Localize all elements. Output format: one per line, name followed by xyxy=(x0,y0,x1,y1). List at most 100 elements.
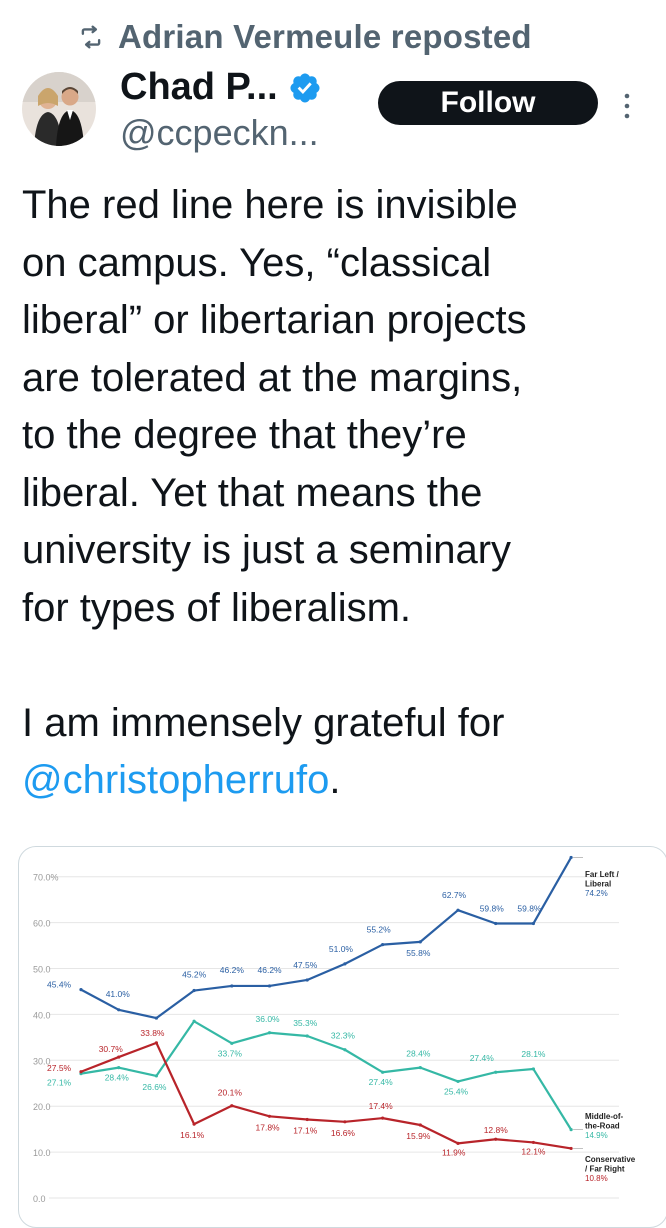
post-paragraph-2: I am immensely grateful for @christopher… xyxy=(22,695,652,810)
follow-button[interactable]: Follow xyxy=(378,81,598,125)
data-label: 46.2% xyxy=(220,965,245,975)
data-point xyxy=(531,921,536,926)
data-point xyxy=(418,940,422,944)
legend-label: Liberal xyxy=(585,880,611,889)
data-label: 17.1% xyxy=(293,1126,318,1136)
y-tick-label: 50.0 xyxy=(33,965,51,975)
repost-label: Adrian Vermeule reposted xyxy=(118,18,532,55)
data-label: 33.7% xyxy=(218,1048,243,1058)
data-point xyxy=(456,908,460,912)
data-point xyxy=(79,988,83,992)
data-point xyxy=(230,1104,234,1108)
data-label: 55.2% xyxy=(367,925,392,935)
post-line: to the degree that they’re xyxy=(22,413,467,457)
data-point xyxy=(230,984,234,988)
data-label: 36.0% xyxy=(256,1014,281,1024)
data-label: 33.8% xyxy=(140,1028,165,1038)
data-point xyxy=(569,855,573,860)
data-label: 59.8% xyxy=(480,904,505,914)
data-point xyxy=(494,1070,498,1074)
data-point xyxy=(305,1034,309,1038)
data-point xyxy=(79,1070,83,1074)
data-label: 45.4% xyxy=(47,980,72,990)
data-point xyxy=(192,988,196,993)
post-text: The red line here is invisible on campus… xyxy=(22,177,652,810)
more-options-icon[interactable] xyxy=(620,88,634,124)
post-line: liberal” or libertarian projects xyxy=(22,298,527,342)
data-label: 59.8% xyxy=(517,904,542,914)
author-name[interactable]: Chad P... xyxy=(120,66,278,109)
post-line: university is just a seminary xyxy=(22,528,512,572)
legend-label: 14.9% xyxy=(585,1131,608,1140)
data-label: 47.5% xyxy=(293,960,318,970)
chart-image[interactable]: 0.0 10.0 20.0 30.0 40.0 50.0 60.0 70.0% 45.4% 41.… xyxy=(18,846,666,1228)
data-label: 20.1% xyxy=(218,1088,243,1098)
data-point xyxy=(192,1122,196,1126)
data-label: 41.0% xyxy=(106,989,131,999)
data-point xyxy=(192,1019,196,1023)
data-label: 51.0% xyxy=(329,944,354,954)
data-point xyxy=(381,943,385,947)
data-point xyxy=(230,1041,234,1045)
data-label: 16.1% xyxy=(180,1130,205,1140)
post-paragraph-1: The red line here is invisible on campus… xyxy=(22,177,652,637)
data-label: 27.4% xyxy=(369,1077,394,1087)
data-label: 55.8% xyxy=(406,948,431,958)
legend-label: Far Left / xyxy=(585,870,620,879)
data-point xyxy=(569,1146,573,1151)
post-line: The red line here is invisible xyxy=(22,183,518,227)
data-point xyxy=(267,1114,272,1118)
data-point xyxy=(418,1123,422,1127)
data-point xyxy=(267,984,272,988)
y-tick-label: 70.0% xyxy=(33,873,59,883)
post-line: on campus. Yes, “classical xyxy=(22,240,492,285)
data-label: 62.7% xyxy=(442,890,467,900)
data-label: 35.3% xyxy=(293,1018,318,1028)
avatar[interactable] xyxy=(22,72,96,146)
y-tick-label: 20.0 xyxy=(33,1102,51,1112)
data-point xyxy=(494,1137,498,1141)
legend-label: Conservative xyxy=(585,1155,636,1164)
data-label: 32.3% xyxy=(331,1031,356,1041)
data-label: 27.1% xyxy=(47,1078,72,1088)
data-label: 12.8% xyxy=(484,1125,509,1135)
data-label: 28.4% xyxy=(105,1073,130,1083)
legend-label: 10.8% xyxy=(585,1174,608,1183)
legend-label: 74.2% xyxy=(585,889,608,898)
data-point xyxy=(305,1117,309,1122)
author-handle[interactable]: @ccpeckn... xyxy=(120,112,319,154)
data-label: 26.6% xyxy=(142,1082,167,1092)
data-point xyxy=(531,1067,536,1071)
y-tick-label: 40.0 xyxy=(33,1010,51,1020)
data-point xyxy=(418,1066,422,1070)
data-point xyxy=(117,1008,121,1012)
data-label: 27.4% xyxy=(470,1053,495,1063)
data-label: 12.1% xyxy=(521,1146,546,1156)
y-tick-label: 0.0 xyxy=(33,1194,46,1204)
data-point xyxy=(456,1079,460,1084)
post-line: I am immensely grateful for xyxy=(22,700,505,745)
post-line: for types of liberalism. xyxy=(22,585,412,630)
data-point xyxy=(267,1031,272,1035)
data-point xyxy=(117,1055,121,1059)
data-point xyxy=(154,1041,158,1045)
avatar-photo xyxy=(22,72,96,146)
data-label: 17.4% xyxy=(369,1101,394,1111)
legend-label: Middle-of- xyxy=(585,1112,624,1121)
legend-label: the-Road xyxy=(585,1122,620,1131)
series-line xyxy=(80,856,573,1020)
post-line: liberal. Yet that means the xyxy=(22,470,483,515)
data-point xyxy=(343,1120,347,1124)
author-name-row[interactable]: Chad P... xyxy=(120,66,322,109)
y-tick-label: 10.0 xyxy=(33,1148,51,1158)
y-tick-label: 60.0 xyxy=(33,919,51,929)
data-label: 45.2% xyxy=(182,970,207,980)
data-point xyxy=(343,962,347,966)
data-label: 28.4% xyxy=(406,1049,431,1059)
mention-link[interactable]: @christopherrufo xyxy=(22,758,329,802)
verified-badge-icon xyxy=(290,72,320,103)
data-label: 28.1% xyxy=(521,1049,546,1059)
data-point xyxy=(117,1066,121,1070)
data-label: 16.6% xyxy=(331,1128,356,1138)
repost-header: Adrian Vermeule reposted xyxy=(78,18,532,56)
